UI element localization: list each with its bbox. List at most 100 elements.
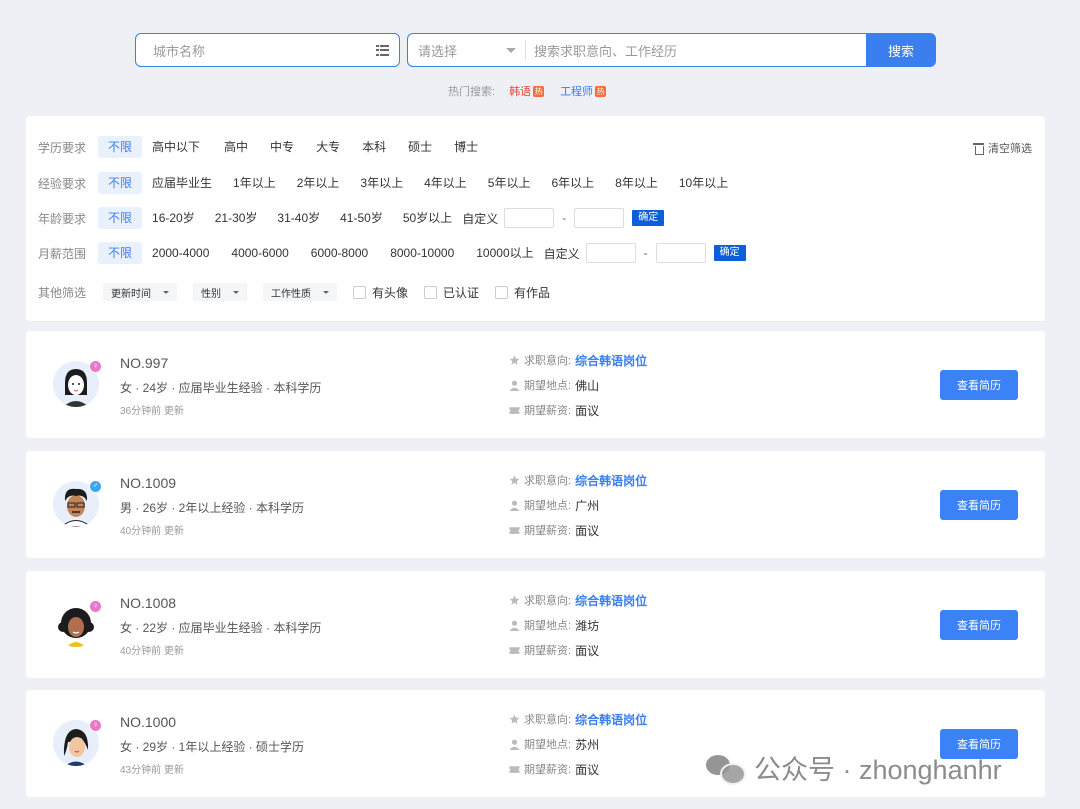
ticket-icon [509,526,520,534]
checkbox-label: 有头像 [372,285,409,300]
filter-option[interactable]: 不限 [98,207,143,229]
hot-tag-label: 工程师 [560,86,594,98]
filter-option[interactable]: 大专 [306,136,350,158]
ticket-icon [509,646,520,654]
filter-row-education: 学历要求 不限 高中以下 高中 中专 大专 本科 硕士 博士 [38,136,488,158]
location-row: 期望地点: 潍坊 [509,617,599,633]
filter-option[interactable]: 4年以上 [414,172,477,194]
filter-option[interactable]: 10000以上 [466,242,543,264]
filter-option[interactable]: 硕士 [398,136,442,158]
candidate-updated: 43分钟前 更新 [120,765,184,776]
filter-option[interactable]: 16-20岁 [142,207,205,229]
user-icon [509,500,520,511]
candidate-meta: 女 · 29岁 · 1年以上经验 · 硕士学历 [120,740,305,754]
filter-option[interactable]: 6年以上 [541,172,604,194]
filter-option[interactable]: 1年以上 [223,172,286,194]
filter-option[interactable]: 8年以上 [605,172,668,194]
filter-option[interactable]: 本科 [352,136,396,158]
filter-option[interactable]: 10年以上 [669,172,738,194]
intention-value[interactable]: 综合韩语岗位 [575,711,647,728]
filter-label: 学历要求 [38,140,87,155]
dropdown-label: 更新时间 [111,288,151,300]
filter-option[interactable]: 21-30岁 [205,207,268,229]
keyword-input[interactable]: 搜索求职意向、工作经历 [526,41,677,60]
salary-max-input[interactable] [655,243,706,263]
filter-option[interactable]: 不限 [98,136,143,158]
search-button[interactable]: 搜索 [866,33,936,67]
filter-option[interactable]: 不限 [98,172,143,194]
chevron-down-icon [506,47,516,53]
wechat-watermark: 公众号 · zhonghanhr [706,748,1002,787]
verified-checkbox[interactable]: 已认证 [424,284,479,301]
intention-value[interactable]: 综合韩语岗位 [575,472,647,489]
age-max-input[interactable] [574,208,625,228]
salary-value: 面议 [575,523,600,538]
candidate-updated: 40分钟前 更新 [120,526,184,537]
salary-row: 期望薪资: 面议 [509,642,599,658]
search-group: 请选择 搜索求职意向、工作经历 搜索 [407,33,936,67]
clear-filter-button[interactable]: 清空筛选 [973,140,1032,156]
intention-value[interactable]: 综合韩语岗位 [575,592,647,609]
update-time-dropdown[interactable]: 更新时间 [103,283,177,301]
filter-label: 年龄要求 [38,211,87,226]
salary-min-input[interactable] [585,243,636,263]
view-resume-button[interactable]: 查看简历 [940,610,1018,640]
filter-option[interactable]: 高中以下 [142,136,210,158]
filter-option[interactable]: 不限 [98,242,143,264]
filter-option[interactable]: 41-50岁 [330,207,393,229]
hot-tag-korean[interactable]: 韩语 热 [509,83,545,99]
view-resume-button[interactable]: 查看简历 [940,370,1018,400]
hot-badge: 热 [533,85,545,97]
city-input-placeholder: 城市名称 [153,43,206,59]
filter-option[interactable]: 高中 [214,136,258,158]
star-icon [509,713,520,724]
filter-label: 月薪范围 [38,246,87,261]
clear-filter-label: 清空筛选 [988,143,1032,155]
checkbox-label: 已认证 [443,285,480,300]
candidate-number: NO.1008 [120,595,177,611]
salary-label: 期望薪资: [524,764,572,776]
hot-search-row: 热门搜索: 韩语 热 工程师 热 [448,84,622,98]
filter-option[interactable]: 50岁以上 [393,207,462,229]
gender-dropdown[interactable]: 性别 [193,283,247,301]
age-min-input[interactable] [504,208,555,228]
star-icon [509,594,520,605]
candidate-meta: 女 · 22岁 · 应届毕业生经验 · 本科学历 [120,621,322,635]
filter-option[interactable]: 应届毕业生 [142,172,222,194]
filter-row-other: 其他筛选 更新时间 性别 工作性质 有头像 已认证 有作品 [38,281,566,303]
age-confirm-button[interactable]: 确定 [632,210,665,226]
category-select[interactable]: 请选择 [408,40,526,60]
filter-option[interactable]: 6000-8000 [301,242,378,264]
intention-row: 求职意向: 综合韩语岗位 [509,711,647,727]
city-input[interactable]: 城市名称 [135,33,400,67]
range-separator: - [562,211,567,225]
salary-confirm-button[interactable]: 确定 [713,245,746,261]
chevron-down-icon [233,290,239,294]
filter-option[interactable]: 中专 [260,136,304,158]
filter-option[interactable]: 8000-10000 [380,242,464,264]
filter-option[interactable]: 4000-6000 [221,242,298,264]
search-field: 请选择 搜索求职意向、工作经历 [407,33,866,67]
intention-label: 求职意向: [524,714,572,726]
hot-tag-engineer[interactable]: 工程师 热 [560,83,607,99]
hot-badge: 热 [595,85,607,97]
has-avatar-checkbox[interactable]: 有头像 [353,284,408,301]
female-icon: ♀ [89,600,102,613]
filter-option[interactable]: 31-40岁 [267,207,330,229]
filter-option[interactable]: 3年以上 [350,172,413,194]
filter-option[interactable]: 5年以上 [478,172,541,194]
view-resume-button[interactable]: 查看简历 [940,490,1018,520]
filter-row-salary: 月薪范围 不限 2000-4000 4000-6000 6000-8000 80… [38,242,746,264]
filter-option[interactable]: 2000-4000 [142,242,219,264]
job-type-dropdown[interactable]: 工作性质 [263,283,337,301]
custom-label: 自定义 [543,246,580,261]
filter-option[interactable]: 2年以上 [287,172,350,194]
user-icon [509,739,520,750]
location-row: 期望地点: 佛山 [509,377,599,393]
filter-option[interactable]: 博士 [444,136,488,158]
has-works-checkbox[interactable]: 有作品 [495,284,550,301]
intention-value[interactable]: 综合韩语岗位 [575,352,647,369]
intention-row: 求职意向: 综合韩语岗位 [509,592,647,608]
location-value: 广州 [575,498,600,513]
list-icon[interactable] [376,44,389,56]
